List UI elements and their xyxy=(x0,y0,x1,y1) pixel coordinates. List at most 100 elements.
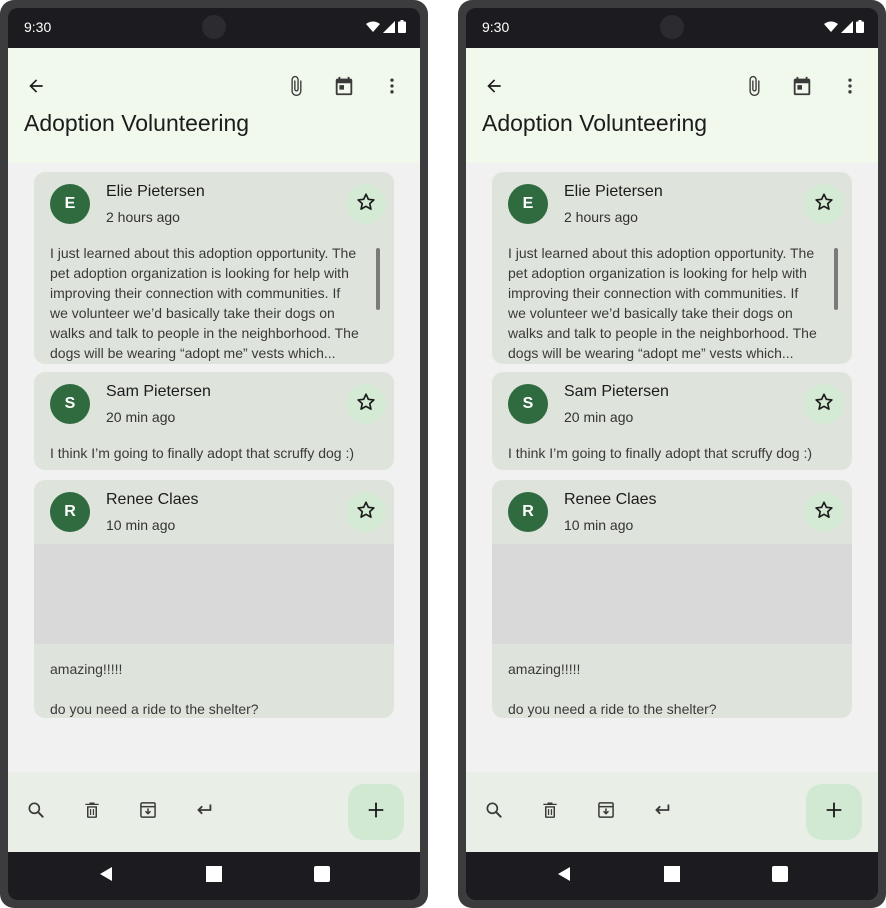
star-button[interactable] xyxy=(346,492,386,532)
message-card[interactable]: E Elie Pietersen 2 hours ago I just lear… xyxy=(34,172,394,364)
nav-back-button[interactable] xyxy=(554,866,574,886)
body-line: dogs will be wearing “adopt me” vests wh… xyxy=(508,345,794,361)
system-nav-bar xyxy=(466,852,878,900)
add-icon xyxy=(365,799,387,826)
wifi-icon xyxy=(824,21,838,33)
star-button[interactable] xyxy=(804,384,844,424)
page-title: Adoption Volunteering xyxy=(24,110,250,136)
avatar: S xyxy=(50,384,90,424)
square-recents-icon xyxy=(314,865,330,887)
message-card[interactable]: R Renee Claes 10 min ago amazing!!!!! do… xyxy=(34,480,394,718)
star-button[interactable] xyxy=(346,384,386,424)
body-line: I just learned about this adoption oppor… xyxy=(50,245,357,261)
nav-back-button[interactable] xyxy=(96,866,116,886)
wifi-icon xyxy=(366,21,380,33)
avatar: E xyxy=(50,184,90,224)
reply-icon xyxy=(651,799,673,826)
sender-name: Renee Claes xyxy=(106,491,199,508)
arrow-back-icon xyxy=(26,76,46,101)
triangle-back-icon xyxy=(556,866,572,887)
star-icon xyxy=(813,191,835,218)
archive-icon xyxy=(138,800,158,825)
signal-icon xyxy=(383,20,395,33)
back-button[interactable] xyxy=(16,68,56,108)
calendar-icon xyxy=(333,75,355,102)
nav-home-button[interactable] xyxy=(662,865,682,886)
battery-icon xyxy=(398,20,406,33)
message-body: amazing!!!!! do you need a ride to the s… xyxy=(508,659,717,718)
status-bar: 9:30 xyxy=(466,8,878,48)
more-vert-icon xyxy=(382,76,402,101)
search-button[interactable] xyxy=(16,792,56,832)
add-icon xyxy=(823,799,845,826)
avatar: E xyxy=(508,184,548,224)
status-time: 9:30 xyxy=(24,19,52,35)
more-button[interactable] xyxy=(830,68,870,108)
body-line xyxy=(508,679,717,699)
nav-recents-button[interactable] xyxy=(770,865,790,887)
search-button[interactable] xyxy=(474,792,514,832)
delete-icon xyxy=(540,800,560,825)
star-button[interactable] xyxy=(804,184,844,224)
square-home-icon xyxy=(206,865,222,887)
sender-name: Elie Pietersen xyxy=(564,183,663,200)
star-icon xyxy=(813,499,835,526)
phone-frame-right: 9:30 Adoption Volunteering E Elie Pieter… xyxy=(458,0,886,908)
message-body: I think I’m going to finally adopt that … xyxy=(508,443,812,463)
top-app-bar: Adoption Volunteering xyxy=(466,48,878,163)
search-icon xyxy=(26,800,46,825)
delete-button[interactable] xyxy=(530,792,570,832)
compose-fab[interactable] xyxy=(348,784,404,840)
body-line: I just learned about this adoption oppor… xyxy=(508,245,815,261)
back-button[interactable] xyxy=(474,68,514,108)
star-button[interactable] xyxy=(346,184,386,224)
more-button[interactable] xyxy=(372,68,412,108)
body-line: I think I’m going to finally adopt that … xyxy=(508,445,813,461)
camera-cutout xyxy=(660,15,684,39)
body-line: dogs will be wearing “adopt me” vests wh… xyxy=(50,345,336,361)
app-content: Adoption Volunteering E Elie Pietersen 2… xyxy=(466,48,878,852)
message-time: 20 min ago xyxy=(564,409,634,425)
scrollbar[interactable] xyxy=(834,248,838,310)
image-attachment[interactable] xyxy=(492,544,852,644)
signal-icon xyxy=(841,20,853,33)
scrollbar[interactable] xyxy=(376,248,380,310)
star-icon xyxy=(813,391,835,418)
sender-name: Renee Claes xyxy=(564,491,657,508)
message-body: I just learned about this adoption oppor… xyxy=(50,243,359,363)
screen: 9:30 Adoption Volunteering E Elie Pieter… xyxy=(466,8,878,900)
body-line: we volunteer we’d basically take their d… xyxy=(508,305,793,321)
body-line: amazing!!!!! xyxy=(508,661,581,677)
delete-button[interactable] xyxy=(72,792,112,832)
message-time: 20 min ago xyxy=(106,409,176,425)
avatar: S xyxy=(508,384,548,424)
compose-fab[interactable] xyxy=(806,784,862,840)
calendar-button[interactable] xyxy=(324,68,364,108)
sender-name: Sam Pietersen xyxy=(564,383,669,400)
reply-button[interactable] xyxy=(184,792,224,832)
square-recents-icon xyxy=(772,865,788,887)
message-card[interactable]: S Sam Pietersen 20 min ago I think I’m g… xyxy=(492,372,852,470)
body-line: pet adoption organization is looking for… xyxy=(508,265,807,281)
calendar-icon xyxy=(791,75,813,102)
screen: 9:30 Adoption Volunteering E Elie Pieter… xyxy=(8,8,420,900)
nav-home-button[interactable] xyxy=(204,865,224,887)
status-icons xyxy=(366,20,406,33)
nav-recents-button[interactable] xyxy=(312,865,332,887)
message-card[interactable]: S Sam Pietersen 20 min ago I think I’m g… xyxy=(34,372,394,470)
archive-button[interactable] xyxy=(128,792,168,832)
body-line: improving their connection with communit… xyxy=(50,285,341,301)
attach-button[interactable] xyxy=(276,68,316,108)
message-card[interactable]: R Renee Claes 10 min ago amazing!!!!! do… xyxy=(492,480,852,718)
star-button[interactable] xyxy=(804,492,844,532)
image-attachment[interactable] xyxy=(34,544,394,644)
body-line: we volunteer we’d basically take their d… xyxy=(50,305,335,321)
archive-icon xyxy=(596,800,616,825)
system-nav-bar xyxy=(8,852,420,900)
attach-button[interactable] xyxy=(734,68,774,108)
archive-button[interactable] xyxy=(586,792,626,832)
calendar-button[interactable] xyxy=(782,68,822,108)
message-card[interactable]: E Elie Pietersen 2 hours ago I just lear… xyxy=(492,172,852,364)
reply-button[interactable] xyxy=(642,792,682,832)
status-icons xyxy=(824,20,864,33)
